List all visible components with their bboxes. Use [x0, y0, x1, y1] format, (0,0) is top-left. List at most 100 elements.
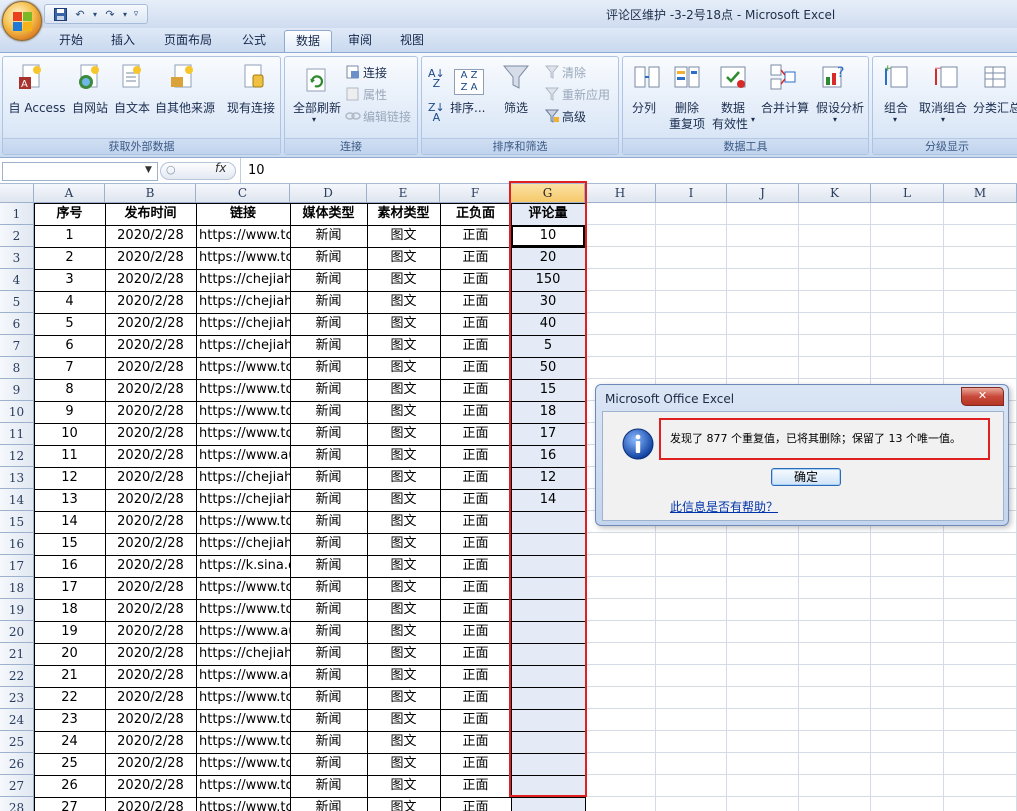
table-cell[interactable]: 15	[34, 533, 105, 555]
table-cell[interactable]: 新闻	[290, 687, 367, 709]
table-cell[interactable]: 新闻	[290, 445, 367, 467]
row-header[interactable]: 20	[0, 621, 34, 643]
table-cell[interactable]: 新闻	[290, 753, 367, 775]
sort-desc-icon[interactable]: Z↓ A	[428, 102, 445, 123]
table-cell[interactable]: 图文	[367, 555, 440, 577]
undo-dropdown-icon[interactable]: ▾	[91, 6, 99, 23]
table-cell[interactable]: https://www.tc	[196, 247, 290, 269]
table-cell[interactable]: 2020/2/28	[105, 467, 196, 489]
row-header[interactable]: 9	[0, 379, 34, 401]
customize-qat-icon[interactable]: ▿	[131, 6, 141, 23]
group-button[interactable]: 组合	[884, 99, 908, 116]
table-cell[interactable]: 正面	[440, 291, 511, 313]
connections-button[interactable]: 连接	[363, 64, 387, 81]
table-cell[interactable]: 20	[34, 643, 105, 665]
row-header[interactable]: 4	[0, 269, 34, 291]
table-cell[interactable]: 新闻	[290, 511, 367, 533]
table-cell[interactable]: 正面	[440, 269, 511, 291]
table-cell[interactable]: 1	[34, 225, 105, 247]
formula-input[interactable]: 10	[248, 163, 265, 178]
table-cell[interactable]: 2020/2/28	[105, 335, 196, 357]
row-header[interactable]: 23	[0, 687, 34, 709]
table-cell[interactable]: 图文	[367, 379, 440, 401]
table-cell[interactable]: 2	[34, 247, 105, 269]
table-cell[interactable]: 新闻	[290, 797, 367, 811]
table-cell[interactable]: https://chejiah	[196, 643, 290, 665]
table-cell[interactable]: 图文	[367, 291, 440, 313]
table-cell[interactable]: 2020/2/28	[105, 533, 196, 555]
table-cell[interactable]: 2020/2/28	[105, 731, 196, 753]
table-cell[interactable]: 新闻	[290, 357, 367, 379]
select-all-corner[interactable]	[0, 184, 34, 203]
table-cell[interactable]: https://www.au	[196, 665, 290, 687]
table-cell[interactable]: 正面	[440, 335, 511, 357]
insert-function-icon[interactable]: fx	[215, 161, 226, 175]
row-header[interactable]: 21	[0, 643, 34, 665]
office-button[interactable]	[2, 1, 42, 41]
row-header[interactable]: 25	[0, 731, 34, 753]
table-cell[interactable]: 图文	[367, 225, 440, 247]
table-cell[interactable]: 正面	[440, 731, 511, 753]
row-header[interactable]: 15	[0, 511, 34, 533]
table-cell[interactable]: 图文	[367, 753, 440, 775]
table-cell[interactable]: 新闻	[290, 555, 367, 577]
table-cell[interactable]: 正面	[440, 489, 511, 511]
table-cell[interactable]: 2020/2/28	[105, 577, 196, 599]
from-web-button[interactable]: 自网站	[69, 99, 111, 116]
row-header[interactable]: 16	[0, 533, 34, 555]
table-cell[interactable]: 2020/2/28	[105, 225, 196, 247]
existing-connections-button[interactable]: 现有连接	[223, 99, 279, 116]
table-cell[interactable]: 8	[34, 379, 105, 401]
table-cell[interactable]: 图文	[367, 577, 440, 599]
table-cell[interactable]: https://www.tc	[196, 687, 290, 709]
row-header[interactable]: 8	[0, 357, 34, 379]
table-cell[interactable]: 图文	[367, 247, 440, 269]
undo-icon[interactable]: ↶	[71, 6, 89, 23]
table-header-cell[interactable]: 链接	[196, 203, 290, 225]
table-cell[interactable]	[511, 797, 585, 811]
column-header-H[interactable]: H	[585, 184, 656, 203]
table-cell[interactable]: 2020/2/28	[105, 643, 196, 665]
row-header[interactable]: 5	[0, 291, 34, 313]
row-header[interactable]: 12	[0, 445, 34, 467]
table-cell[interactable]: 新闻	[290, 665, 367, 687]
tab-data[interactable]: 数据	[284, 30, 332, 52]
table-cell[interactable]: 图文	[367, 533, 440, 555]
table-cell[interactable]: 图文	[367, 511, 440, 533]
table-cell[interactable]: 图文	[367, 709, 440, 731]
table-cell[interactable]: https://www.tc	[196, 225, 290, 247]
table-cell[interactable]: 2020/2/28	[105, 269, 196, 291]
help-link[interactable]: 此信息是否有帮助？	[670, 498, 778, 515]
table-cell[interactable]: 2020/2/28	[105, 665, 196, 687]
tab-page-layout[interactable]: 页面布局	[155, 30, 221, 52]
name-box[interactable]: ▼	[2, 162, 158, 181]
table-cell[interactable]: 新闻	[290, 335, 367, 357]
table-header-cell[interactable]: 素材类型	[367, 203, 440, 225]
table-cell[interactable]: 11	[34, 445, 105, 467]
row-header[interactable]: 1	[0, 203, 34, 225]
table-cell[interactable]: 25	[34, 753, 105, 775]
table-cell[interactable]: 图文	[367, 401, 440, 423]
subtotal-button[interactable]: 分类汇总	[973, 99, 1017, 116]
table-cell[interactable]: 正面	[440, 225, 511, 247]
table-cell[interactable]: https://www.tc	[196, 753, 290, 775]
table-cell[interactable]: https://chejiah	[196, 335, 290, 357]
table-cell[interactable]: 6	[34, 335, 105, 357]
table-cell[interactable]: https://chejiah	[196, 489, 290, 511]
table-cell[interactable]: 13	[34, 489, 105, 511]
table-cell[interactable]: 正面	[440, 467, 511, 489]
table-cell[interactable]: 2020/2/28	[105, 489, 196, 511]
table-cell[interactable]: 2020/2/28	[105, 511, 196, 533]
table-cell[interactable]: 9	[34, 401, 105, 423]
filter-button[interactable]: 筛选	[504, 99, 528, 116]
table-cell[interactable]: https://www.tc	[196, 379, 290, 401]
table-cell[interactable]: 图文	[367, 775, 440, 797]
table-cell[interactable]: 图文	[367, 467, 440, 489]
table-cell[interactable]: 图文	[367, 731, 440, 753]
table-cell[interactable]: 图文	[367, 357, 440, 379]
tab-view[interactable]: 视图	[391, 30, 433, 52]
table-cell[interactable]: 5	[34, 313, 105, 335]
table-cell[interactable]: 新闻	[290, 467, 367, 489]
table-cell[interactable]: 3	[34, 269, 105, 291]
table-cell[interactable]: 2020/2/28	[105, 445, 196, 467]
